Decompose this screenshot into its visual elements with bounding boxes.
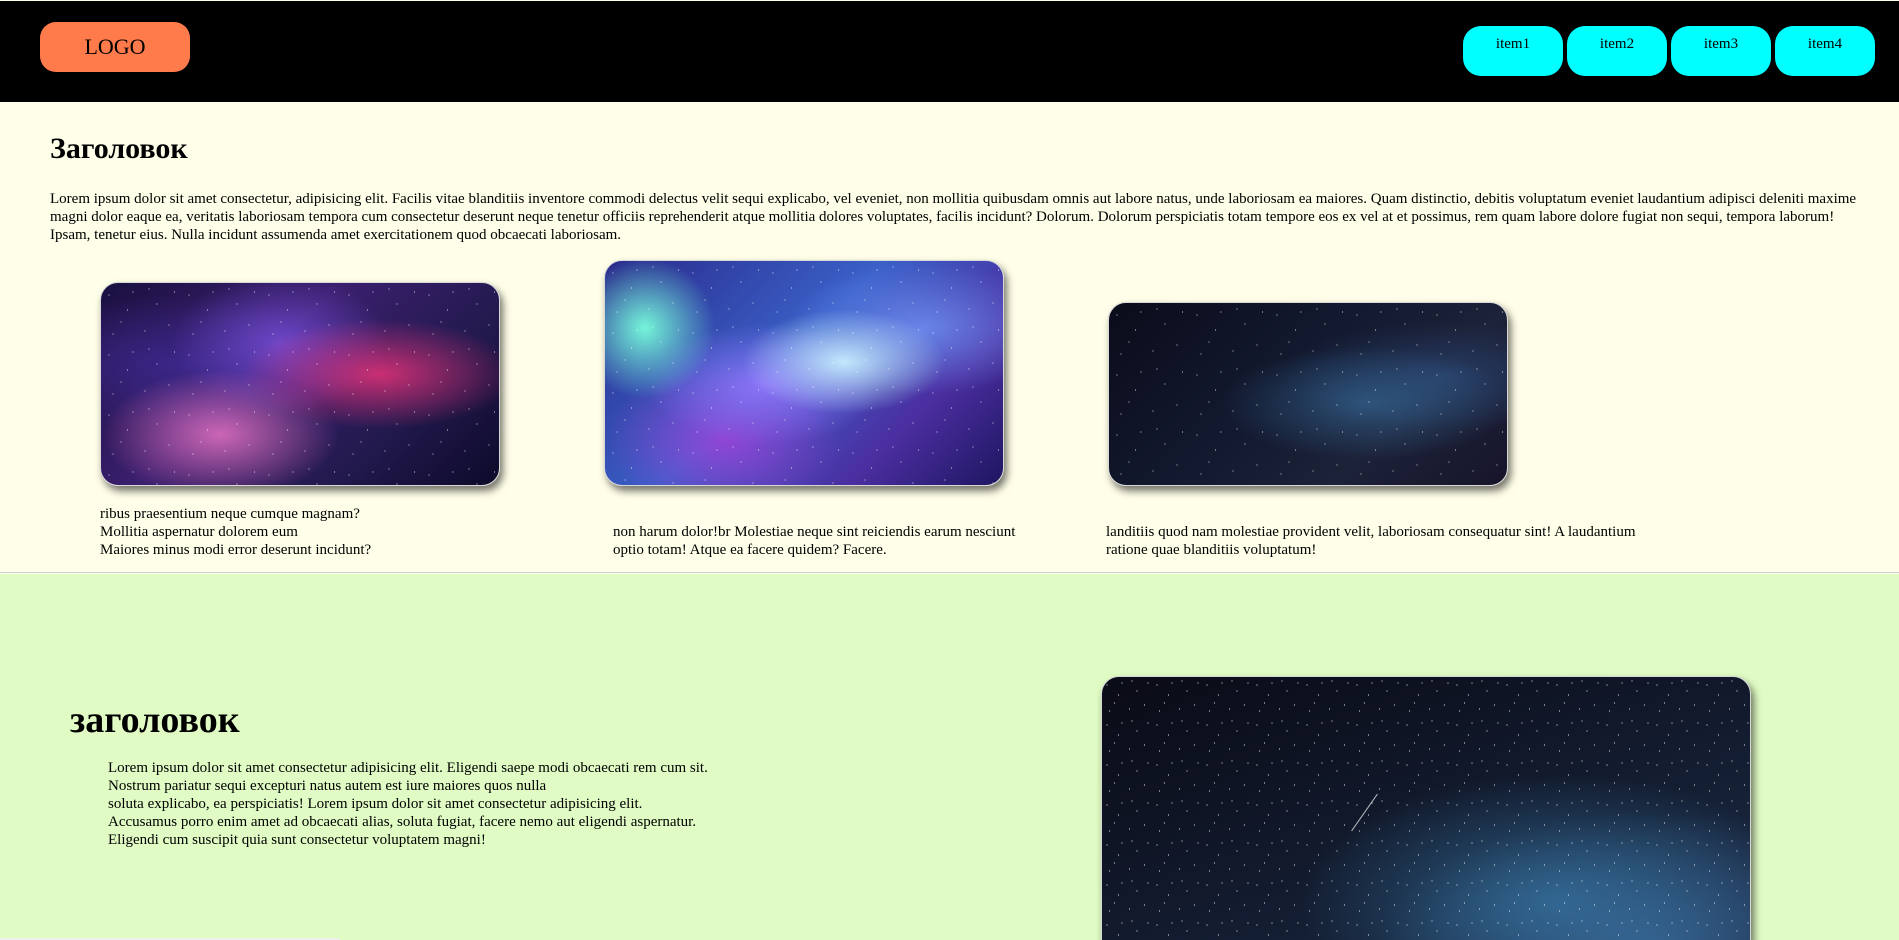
caption-line: ribus praesentium neque cumque magnam?	[100, 506, 360, 522]
starfield-image	[1101, 676, 1751, 940]
section-title: Заголовок	[50, 132, 188, 165]
card-caption-1: ribus praesentium neque cumque magnam? M…	[100, 505, 460, 559]
site-header: LOGO item1 item2 item3 item4	[0, 1, 1899, 102]
body-line: soluta explicabo, ea perspiciatis! Lorem…	[108, 796, 643, 812]
body-line: Accusamus porro enim amet ad obcaecati a…	[108, 814, 697, 830]
caption-line: optio totam! Atque ea facere quidem? Fac…	[613, 542, 887, 558]
feature-section: заголовок Lorem ipsum dolor sit amet con…	[0, 574, 1899, 940]
nav-item-4[interactable]: item4	[1775, 26, 1875, 76]
feature-paragraph: Lorem ipsum dolor sit amet consectetur a…	[108, 759, 738, 849]
gallery-section: Заголовок Lorem ipsum dolor sit amet con…	[0, 102, 1899, 573]
card-caption-3: landitiis quod nam molestiae provident v…	[1106, 523, 1706, 559]
body-line: Nostrum pariatur sequi excepturi natus a…	[108, 778, 547, 794]
nav-item-1[interactable]: item1	[1463, 26, 1563, 76]
caption-line: landitiis quod nam molestiae provident v…	[1106, 524, 1636, 540]
main-nav: item1 item2 item3 item4	[1463, 26, 1875, 76]
body-line: Lorem ipsum dolor sit amet consectetur a…	[108, 760, 708, 776]
intro-paragraph: Lorem ipsum dolor sit amet consectetur, …	[50, 191, 1857, 243]
body-line: Eligendi cum suscipit quia sunt consecte…	[108, 832, 486, 848]
logo-button[interactable]: LOGO	[40, 22, 190, 72]
galaxy-image	[604, 260, 1004, 486]
feature-title: заголовок	[70, 699, 240, 741]
caption-line: ratione quae blanditiis voluptatum!	[1106, 542, 1317, 558]
caption-line: Maiores minus modi error deserunt incidu…	[100, 542, 372, 558]
nav-item-3[interactable]: item3	[1671, 26, 1771, 76]
caption-line: Mollitia aspernatur dolorem eum	[100, 524, 298, 540]
nebula-image	[100, 282, 500, 486]
card-caption-2: non harum dolor!br Molestiae neque sint …	[613, 523, 1073, 559]
caption-line: non harum dolor!br Molestiae neque sint …	[613, 524, 1016, 540]
nav-item-2[interactable]: item2	[1567, 26, 1667, 76]
night-sky-image	[1108, 302, 1508, 486]
